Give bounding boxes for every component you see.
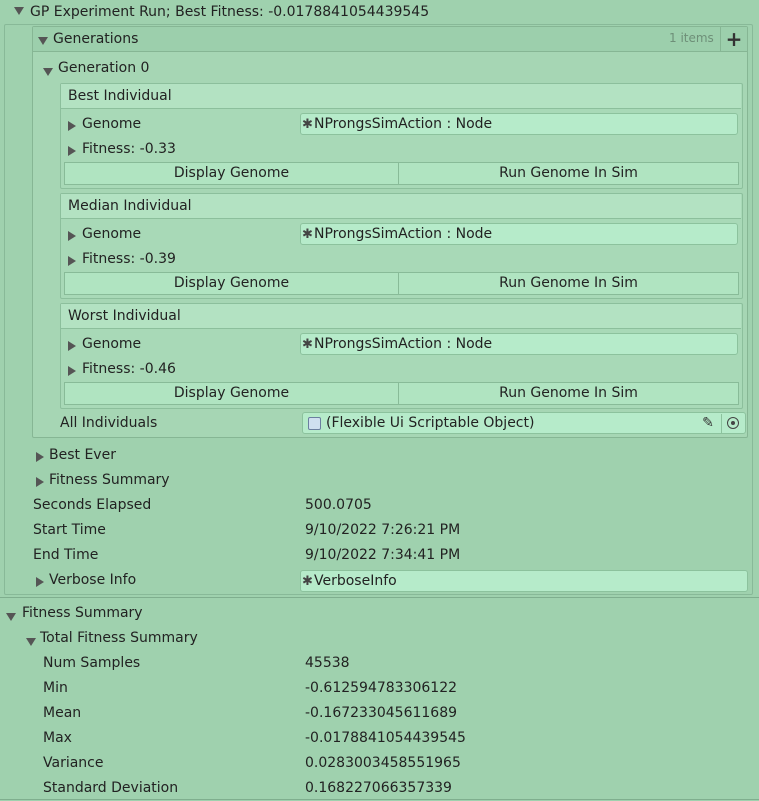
fitness-summary-inner-foldout[interactable]: [36, 475, 44, 491]
start-time-label: Start Time: [33, 522, 106, 538]
seconds-elapsed-label: Seconds Elapsed: [33, 497, 152, 513]
genome-value: NProngsSimAction : Node: [314, 336, 493, 352]
fitness-label: Fitness: -0.46: [82, 361, 176, 377]
stat-label: Standard Deviation: [43, 780, 179, 796]
genome-label: Genome: [82, 336, 142, 352]
fitness-foldout[interactable]: [68, 364, 76, 380]
fitness-foldout[interactable]: [68, 144, 76, 160]
generations-foldout[interactable]: [38, 33, 48, 49]
triangle-down-icon[interactable]: [26, 638, 36, 646]
triangle-down-icon[interactable]: [43, 68, 53, 76]
bottom-divider: [0, 799, 759, 800]
stat-label: Variance: [43, 755, 104, 771]
scriptable-object-icon: [308, 417, 321, 430]
genome-field[interactable]: ✱NProngsSimAction : Node: [300, 333, 738, 355]
generation-foldout[interactable]: [43, 64, 53, 80]
triangle-right-icon[interactable]: [68, 121, 76, 131]
display-genome-button[interactable]: Display Genome: [64, 162, 399, 185]
genome-field[interactable]: ✱NProngsSimAction : Node: [300, 223, 738, 245]
triangle-right-icon[interactable]: [68, 256, 76, 266]
stat-value: 0.0283003458551965: [305, 755, 461, 771]
object-picker-button[interactable]: [721, 414, 744, 433]
triangle-down-icon[interactable]: [14, 7, 24, 15]
all-individuals-field[interactable]: (Flexible Ui Scriptable Object) ✎: [302, 412, 746, 434]
total-fitness-label: Total Fitness Summary: [40, 630, 198, 646]
stat-label: Num Samples: [43, 655, 141, 671]
generations-label: Generations: [53, 31, 139, 47]
seconds-elapsed-value: 500.0705: [305, 497, 372, 513]
best-ever-foldout[interactable]: [36, 450, 44, 466]
individual-header: Worst Individual: [61, 304, 741, 329]
stat-value: -0.167233045611689: [305, 705, 458, 721]
genome-label: Genome: [82, 226, 142, 242]
stat-value: 0.168227066357339: [305, 780, 452, 796]
triangle-right-icon[interactable]: [36, 577, 44, 587]
verbose-foldout[interactable]: [36, 575, 44, 591]
triangle-right-icon[interactable]: [36, 477, 44, 487]
run-genome-button[interactable]: Run Genome In Sim: [398, 382, 739, 405]
fitness-label: Fitness: -0.33: [82, 141, 176, 157]
genome-foldout[interactable]: [68, 339, 76, 355]
stat-value: -0.612594783306122: [305, 680, 458, 696]
run-genome-button[interactable]: Run Genome In Sim: [398, 272, 739, 295]
triangle-down-icon[interactable]: [6, 613, 16, 621]
fitness-summary-inner-label: Fitness Summary: [49, 472, 170, 488]
triangle-down-icon[interactable]: [38, 37, 48, 45]
fitness-foldout[interactable]: [68, 254, 76, 270]
generation-label: Generation 0: [58, 60, 150, 76]
stat-label: Min: [43, 680, 68, 696]
pencil-icon[interactable]: ✎: [697, 413, 719, 433]
genome-label: Genome: [82, 116, 142, 132]
all-individuals-value: (Flexible Ui Scriptable Object): [326, 415, 535, 431]
individual-header: Best Individual: [61, 84, 741, 109]
experiment-foldout[interactable]: [14, 3, 24, 19]
triangle-right-icon[interactable]: [68, 366, 76, 376]
best-ever-label: Best Ever: [49, 447, 116, 463]
all-individuals-label: All Individuals: [60, 415, 158, 431]
asterisk-icon: ✱: [302, 227, 313, 242]
fitness-summary-foldout[interactable]: [6, 609, 16, 625]
stat-label: Max: [43, 730, 72, 746]
genome-foldout[interactable]: [68, 229, 76, 245]
triangle-right-icon[interactable]: [36, 452, 44, 462]
display-genome-button[interactable]: Display Genome: [64, 382, 399, 405]
experiment-title: GP Experiment Run; Best Fitness: -0.0178…: [30, 4, 430, 20]
verbose-field[interactable]: ✱VerboseInfo: [300, 570, 748, 592]
run-genome-button[interactable]: Run Genome In Sim: [398, 162, 739, 185]
generations-header: [33, 27, 747, 52]
triangle-right-icon[interactable]: [68, 146, 76, 156]
stat-value: -0.0178841054439545: [305, 730, 466, 746]
fitness-label: Fitness: -0.39: [82, 251, 176, 267]
asterisk-icon: ✱: [302, 574, 313, 589]
genome-value: NProngsSimAction : Node: [314, 116, 493, 132]
fitness-summary-label: Fitness Summary: [22, 605, 143, 621]
stat-value: 45538: [305, 655, 350, 671]
end-time-label: End Time: [33, 547, 99, 563]
genome-field[interactable]: ✱NProngsSimAction : Node: [300, 113, 738, 135]
verbose-label: Verbose Info: [49, 572, 137, 588]
verbose-value: VerboseInfo: [314, 573, 397, 589]
stat-label: Mean: [43, 705, 82, 721]
display-genome-button[interactable]: Display Genome: [64, 272, 399, 295]
total-fitness-foldout[interactable]: [26, 634, 36, 650]
section-divider: [0, 597, 759, 598]
asterisk-icon: ✱: [302, 337, 313, 352]
asterisk-icon: ✱: [302, 117, 313, 132]
end-time-value: 9/10/2022 7:34:41 PM: [305, 547, 461, 563]
genome-value: NProngsSimAction : Node: [314, 226, 493, 242]
triangle-right-icon[interactable]: [68, 231, 76, 241]
add-item-button[interactable]: +: [720, 27, 747, 51]
start-time-value: 9/10/2022 7:26:21 PM: [305, 522, 461, 538]
generations-count: 1 items: [669, 31, 714, 45]
genome-foldout[interactable]: [68, 119, 76, 135]
triangle-right-icon[interactable]: [68, 341, 76, 351]
individual-header: Median Individual: [61, 194, 741, 219]
plus-icon: +: [725, 27, 743, 51]
